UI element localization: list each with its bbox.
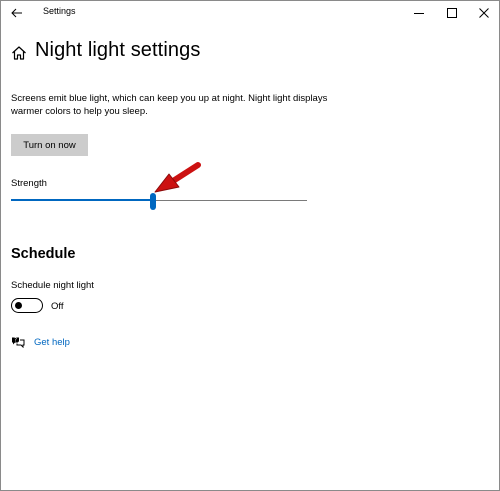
help-chat-icon: ? (12, 337, 25, 348)
settings-window: Settings Night light settings Screens em… (0, 0, 500, 491)
turn-on-now-button[interactable]: Turn on now (11, 134, 88, 156)
svg-text:?: ? (14, 338, 17, 344)
annotation-arrow-icon (154, 162, 201, 193)
maximize-button[interactable] (440, 3, 464, 23)
title-bar: Settings (1, 1, 499, 25)
strength-label: Strength (11, 178, 47, 189)
schedule-section-title: Schedule (11, 246, 76, 262)
page-title: Night light settings (35, 39, 201, 61)
back-arrow-icon (11, 8, 22, 18)
close-icon (479, 8, 489, 18)
get-help-link[interactable]: Get help (34, 337, 70, 348)
description-text: Screens emit blue light, which can keep … (11, 93, 328, 117)
schedule-toggle[interactable] (11, 298, 43, 313)
toggle-state-text: Off (51, 301, 64, 312)
slider-fill (11, 199, 154, 201)
schedule-night-light-label: Schedule night light (11, 280, 94, 291)
back-button[interactable] (7, 3, 27, 23)
close-button[interactable] (472, 3, 496, 23)
maximize-icon (447, 8, 457, 18)
window-title: Settings (43, 6, 76, 16)
minimize-icon (414, 13, 424, 14)
minimize-button[interactable] (407, 3, 431, 23)
home-icon[interactable] (11, 45, 27, 61)
toggle-knob (15, 301, 22, 309)
